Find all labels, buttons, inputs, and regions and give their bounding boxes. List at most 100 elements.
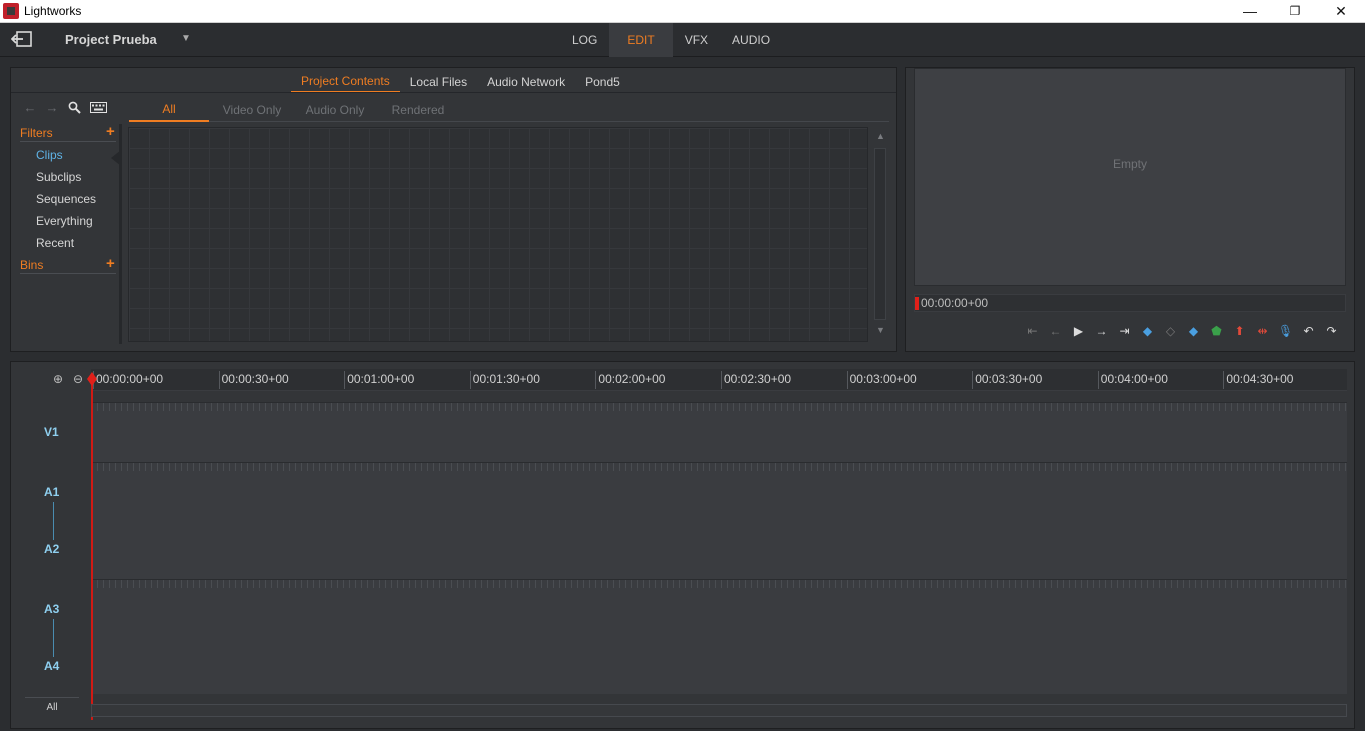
step-back-icon[interactable]: ← <box>1047 322 1064 339</box>
sidebar-divider <box>119 124 122 344</box>
ruler-tick <box>721 371 722 389</box>
ruler-tick <box>1223 371 1225 389</box>
ruler-tick <box>344 371 346 389</box>
tab-audio[interactable]: AUDIO <box>720 23 782 57</box>
lightworks-logo-icon <box>3 3 19 19</box>
voiceover-mic-icon[interactable]: 🎙 <box>1277 322 1294 339</box>
cue-marker-icon[interactable]: ⬟ <box>1208 322 1225 339</box>
contents-grid[interactable] <box>128 127 868 342</box>
bins-underline <box>20 273 116 274</box>
track-v1[interactable] <box>91 402 1347 462</box>
tab-audio-only[interactable]: Audio Only <box>295 98 375 122</box>
insert-icon[interactable]: ⬆ <box>1231 322 1248 339</box>
track-a3-a4[interactable] <box>91 579 1347 694</box>
tab-pond5[interactable]: Pond5 <box>575 71 630 93</box>
zoom-in-icon[interactable]: ⊕ <box>51 372 65 386</box>
project-name[interactable]: Project Prueba <box>65 32 157 47</box>
track-label-a2[interactable]: A2 <box>44 542 59 556</box>
mark-out-icon[interactable]: ◆ <box>1185 322 1202 339</box>
timeline-tracks <box>91 402 1347 694</box>
scroll-up-icon[interactable]: ▲ <box>876 131 885 141</box>
viewer-timecode-bar[interactable]: 00:00:00+00 <box>914 294 1346 312</box>
room-tabs: LOG EDIT VFX AUDIO <box>560 23 782 57</box>
ruler-label: 00:04:00+00 <box>1100 372 1168 386</box>
add-filter-icon[interactable]: + <box>106 123 115 140</box>
back-arrow-icon[interactable]: ← <box>23 100 37 115</box>
playhead-line[interactable] <box>91 382 93 720</box>
ruler-label: 00:02:00+00 <box>598 372 666 386</box>
track-label-v1[interactable]: V1 <box>44 425 59 439</box>
bins-header: Bins <box>20 258 44 272</box>
ruler-label: 00:00:30+00 <box>221 372 289 386</box>
sidebar-item-clips[interactable]: Clips <box>36 148 63 162</box>
ruler-tick <box>469 371 471 389</box>
search-icon[interactable] <box>67 100 81 114</box>
add-bin-icon[interactable]: + <box>106 255 115 272</box>
sidebar-item-recent[interactable]: Recent <box>36 236 74 250</box>
go-to-end-icon[interactable]: ⇥ <box>1116 322 1133 339</box>
ruler-tick <box>846 371 848 389</box>
tab-audio-network[interactable]: Audio Network <box>477 71 575 93</box>
window-title: Lightworks <box>24 4 82 18</box>
redo-icon[interactable]: ↷ <box>1323 322 1340 339</box>
sidebar-item-subclips[interactable]: Subclips <box>36 170 81 184</box>
tab-vfx[interactable]: VFX <box>673 23 720 57</box>
zoom-controls: ⊕ ⊖ <box>51 372 85 386</box>
track-label-a3[interactable]: A3 <box>44 602 59 616</box>
play-icon[interactable]: ▶ <box>1070 322 1087 339</box>
exit-project-icon[interactable] <box>11 31 33 47</box>
sidebar-item-sequences[interactable]: Sequences <box>36 192 96 206</box>
replace-icon[interactable]: ⇹ <box>1254 322 1271 339</box>
tab-project-contents[interactable]: Project Contents <box>291 71 400 93</box>
timeline-panel: ⊕ ⊖ 00:00:00+00 00:00:30+00 00:01:00+00 00:… <box>10 361 1355 729</box>
ruler-label: 00:01:00+00 <box>347 372 415 386</box>
undo-icon[interactable]: ↶ <box>1300 322 1317 339</box>
tab-rendered[interactable]: Rendered <box>378 98 458 122</box>
track-label-a1[interactable]: A1 <box>44 485 59 499</box>
timeline-ruler[interactable]: 00:00:00+00 00:00:30+00 00:01:00+00 00:01:3… <box>91 369 1347 391</box>
mark-in-icon[interactable]: ◆ <box>1139 322 1156 339</box>
contents-scrollbar[interactable] <box>874 148 886 320</box>
filters-sidebar: Filters + Clips Subclips Sequences Every… <box>11 123 122 344</box>
tab-local-files[interactable]: Local Files <box>400 71 477 93</box>
ruler-tick <box>1097 371 1099 389</box>
tab-log[interactable]: LOG <box>560 23 609 57</box>
scroll-down-icon[interactable]: ▼ <box>876 325 885 335</box>
track-strip <box>91 403 1347 411</box>
timeline-scrollbar[interactable] <box>91 704 1347 717</box>
step-forward-icon[interactable]: → <box>1093 322 1110 339</box>
track-a1-a2[interactable] <box>91 462 1347 579</box>
restore-button[interactable]: ❐ <box>1272 0 1318 22</box>
ruler-tick <box>218 371 220 389</box>
viewer-empty-label: Empty <box>1112 157 1147 171</box>
sidebar-item-everything[interactable]: Everything <box>36 214 93 228</box>
ruler-label: 00:01:30+00 <box>472 372 540 386</box>
project-menu-caret-icon[interactable]: ▼ <box>181 33 191 44</box>
ruler-label: 00:02:30+00 <box>724 372 792 386</box>
zoom-out-icon[interactable]: ⊖ <box>71 372 85 386</box>
close-button[interactable]: ✕ <box>1318 0 1364 22</box>
minimize-button[interactable]: — <box>1227 0 1273 22</box>
source-tabs: Project Contents Local Files Audio Netwo… <box>291 71 630 93</box>
ruler-label: 00:03:30+00 <box>975 372 1043 386</box>
panel-divider <box>11 92 896 93</box>
clear-marks-icon[interactable]: ◇ <box>1162 322 1179 339</box>
viewer-screen[interactable]: Empty <box>914 68 1346 286</box>
filters-underline <box>20 141 116 142</box>
tab-edit[interactable]: EDIT <box>609 23 673 57</box>
filter-tabs: All Video Only Audio Only Rendered <box>129 98 889 122</box>
filters-header: Filters <box>20 126 53 140</box>
ruler-label: 00:00:00+00 <box>96 372 164 386</box>
go-to-start-icon[interactable]: ⇤ <box>1024 322 1041 339</box>
ruler-tick <box>595 371 597 389</box>
tab-video-only[interactable]: Video Only <box>212 98 292 122</box>
forward-arrow-icon[interactable]: → <box>45 100 59 115</box>
keyboard-icon[interactable] <box>89 100 107 114</box>
all-tracks-tab[interactable]: All <box>25 697 79 715</box>
track-strip <box>91 463 1347 471</box>
tab-all[interactable]: All <box>129 98 209 122</box>
top-bar: Project Prueba ▼ LOG EDIT VFX AUDIO <box>0 23 1365 57</box>
ruler-label: 00:04:30+00 <box>1226 372 1294 386</box>
timecode-marker <box>915 297 919 310</box>
track-label-a4[interactable]: A4 <box>44 659 59 673</box>
